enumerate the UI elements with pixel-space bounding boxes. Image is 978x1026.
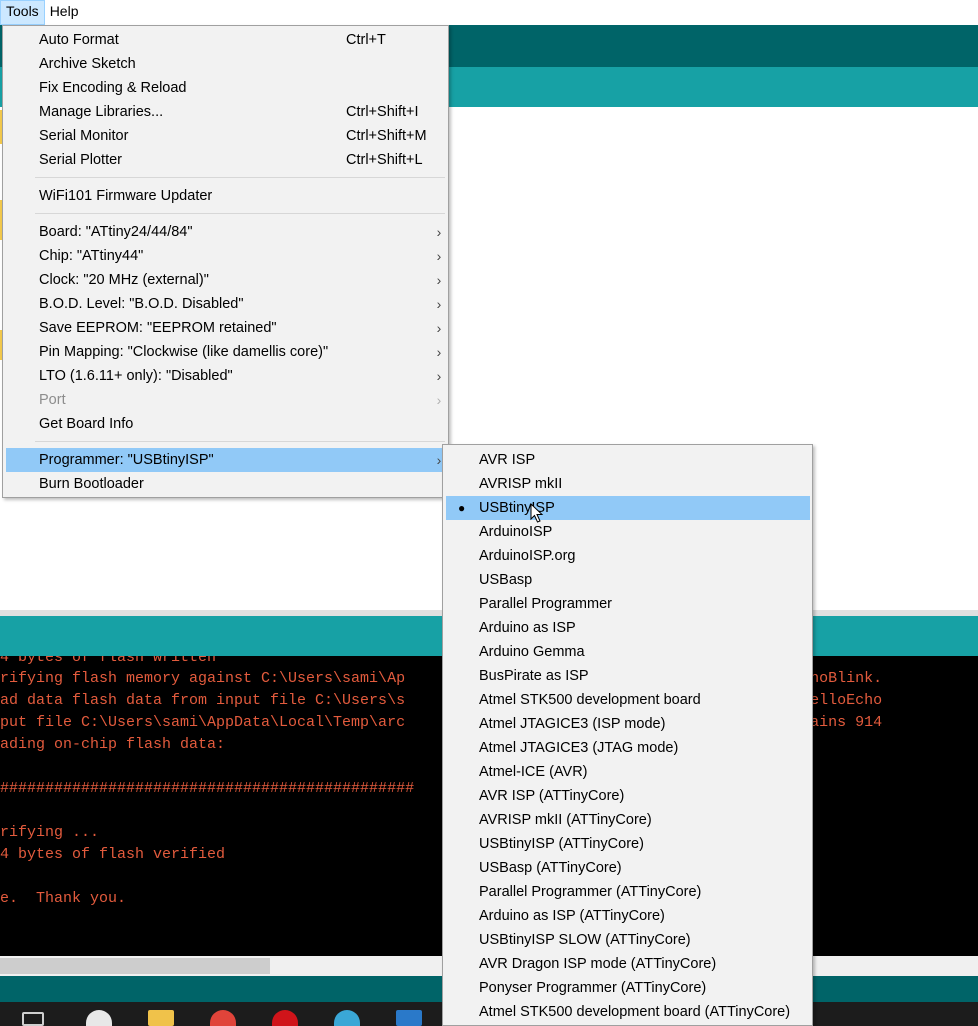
programmer-option-label: Atmel STK500 development board bbox=[479, 692, 701, 708]
console-progress: ########################################… bbox=[0, 780, 415, 797]
menu-tools[interactable]: Tools bbox=[0, 0, 45, 25]
menu-item-bod-level[interactable]: B.O.D. Level: "B.O.D. Disabled" › bbox=[6, 292, 445, 316]
programmer-option[interactable]: BusPirate as ISP bbox=[446, 664, 810, 688]
scrollbar-thumb[interactable] bbox=[0, 958, 270, 974]
programmer-option-label: Atmel STK500 development board (ATTinyCo… bbox=[479, 1004, 791, 1020]
chevron-right-icon: › bbox=[436, 320, 442, 336]
programmer-option[interactable]: USBtinyISP (ATTinyCore) bbox=[446, 832, 810, 856]
menu-item-board[interactable]: Board: "ATtiny24/44/84" › bbox=[6, 220, 445, 244]
programmer-option-label: Arduino as ISP (ATTinyCore) bbox=[479, 908, 665, 924]
programmer-option-label: USBtinyISP (ATTinyCore) bbox=[479, 836, 644, 852]
programmer-option[interactable]: AVR ISP bbox=[446, 448, 810, 472]
menu-item-clock[interactable]: Clock: "20 MHz (external)" › bbox=[6, 268, 445, 292]
programmer-option-label: Parallel Programmer bbox=[479, 596, 612, 612]
mouse-cursor-icon bbox=[530, 503, 544, 523]
menu-item-manage-libraries[interactable]: Manage Libraries... Ctrl+Shift+I bbox=[6, 100, 445, 124]
menu-item-burn-bootloader[interactable]: Burn Bootloader bbox=[6, 472, 445, 496]
chevron-right-icon: › bbox=[436, 344, 442, 360]
console-line: ading on-chip flash data: bbox=[0, 736, 226, 753]
console-line: e. Thank you. bbox=[0, 890, 127, 907]
programmer-option-label: AVR ISP bbox=[479, 452, 536, 468]
chevron-right-icon: › bbox=[436, 224, 442, 240]
programmer-option[interactable]: ArduinoISP.org bbox=[446, 544, 810, 568]
menu-item-serial-plotter[interactable]: Serial Plotter Ctrl+Shift+L bbox=[6, 148, 445, 172]
programmer-option[interactable]: Ponyser Programmer (ATTinyCore) bbox=[446, 976, 810, 1000]
programmer-option-label: Atmel-ICE (AVR) bbox=[479, 764, 588, 780]
programmer-option-label: AVR Dragon ISP mode (ATTinyCore) bbox=[479, 956, 717, 972]
menu-item-lto[interactable]: LTO (1.6.11+ only): "Disabled" › bbox=[6, 364, 445, 388]
programmer-option-label: BusPirate as ISP bbox=[479, 668, 589, 684]
programmer-option-label: Atmel JTAGICE3 (ISP mode) bbox=[479, 716, 666, 732]
programmer-option[interactable]: Atmel-ICE (AVR) bbox=[446, 760, 810, 784]
programmer-option[interactable]: Atmel JTAGICE3 (JTAG mode) bbox=[446, 736, 810, 760]
programmer-option-label: Ponyser Programmer (ATTinyCore) bbox=[479, 980, 707, 996]
programmer-option[interactable]: AVR ISP (ATTinyCore) bbox=[446, 784, 810, 808]
programmer-option[interactable]: USBtinyISP SLOW (ATTinyCore) bbox=[446, 928, 810, 952]
programmer-option-label: Arduino Gemma bbox=[479, 644, 585, 660]
programmer-option[interactable]: AVR Dragon ISP mode (ATTinyCore) bbox=[446, 952, 810, 976]
tools-menu: Auto Format Ctrl+T Archive Sketch Fix En… bbox=[2, 25, 449, 498]
chevron-right-icon: › bbox=[436, 392, 442, 408]
programmer-option-label: AVRISP mkII (ATTinyCore) bbox=[479, 812, 652, 828]
radio-selected-icon: ● bbox=[458, 501, 466, 515]
console-line: rifying ... bbox=[0, 824, 100, 841]
menu-item-wifi-updater[interactable]: WiFi101 Firmware Updater bbox=[6, 184, 445, 208]
chevron-right-icon: › bbox=[436, 296, 442, 312]
programmer-option-label: USBasp (ATTinyCore) bbox=[479, 860, 622, 876]
programmer-submenu: AVR ISP AVRISP mkII ● USBtinyISP ArduinoISP A… bbox=[442, 444, 813, 1026]
programmer-option[interactable]: AVRISP mkII (ATTinyCore) bbox=[446, 808, 810, 832]
programmer-option[interactable]: AVRISP mkII bbox=[446, 472, 810, 496]
programmer-option-label: Arduino as ISP bbox=[479, 620, 576, 636]
programmer-option[interactable]: ArduinoISP bbox=[446, 520, 810, 544]
programmer-option[interactable]: ● USBtinyISP bbox=[446, 496, 810, 520]
file-explorer-icon[interactable] bbox=[148, 1010, 174, 1026]
console-line: 4 bytes of flash written bbox=[0, 656, 217, 666]
programmer-option-label: USBasp bbox=[479, 572, 533, 588]
menu-item-programmer[interactable]: Programmer: "USBtinyISP" › bbox=[6, 448, 445, 472]
menu-separator bbox=[35, 177, 445, 178]
menu-help[interactable]: Help bbox=[45, 0, 84, 25]
programmer-option[interactable]: Atmel JTAGICE3 (ISP mode) bbox=[446, 712, 810, 736]
programmer-option-label: ArduinoISP.org bbox=[479, 548, 576, 564]
chevron-right-icon: › bbox=[436, 272, 442, 288]
menu-item-serial-monitor[interactable]: Serial Monitor Ctrl+Shift+M bbox=[6, 124, 445, 148]
console-line: 4 bytes of flash verified bbox=[0, 846, 226, 863]
menu-item-chip[interactable]: Chip: "ATtiny44" › bbox=[6, 244, 445, 268]
menu-separator bbox=[35, 213, 445, 214]
chevron-right-icon: › bbox=[436, 368, 442, 384]
programmer-option[interactable]: Parallel Programmer (ATTinyCore) bbox=[446, 880, 810, 904]
programmer-option-label: AVR ISP (ATTinyCore) bbox=[479, 788, 625, 804]
programmer-option[interactable]: Atmel STK500 development board (ATTinyCo… bbox=[446, 1000, 810, 1024]
programmer-option[interactable]: USBasp bbox=[446, 568, 810, 592]
menu-item-archive-sketch[interactable]: Archive Sketch bbox=[6, 52, 445, 76]
programmer-option-label: ArduinoISP bbox=[479, 524, 553, 540]
menu-item-fix-encoding[interactable]: Fix Encoding & Reload bbox=[6, 76, 445, 100]
menu-item-pin-mapping[interactable]: Pin Mapping: "Clockwise (like damellis c… bbox=[6, 340, 445, 364]
menu-item-auto-format[interactable]: Auto Format Ctrl+T bbox=[6, 28, 445, 52]
menu-item-port: Port › bbox=[6, 388, 445, 412]
programmer-option[interactable]: Parallel Programmer bbox=[446, 592, 810, 616]
programmer-option-label: Atmel JTAGICE3 (JTAG mode) bbox=[479, 740, 679, 756]
task-view-icon[interactable] bbox=[22, 1012, 44, 1026]
programmer-option-label: AVRISP mkII bbox=[479, 476, 563, 492]
chevron-right-icon: › bbox=[436, 248, 442, 264]
programmer-option[interactable]: Arduino as ISP (ATTinyCore) bbox=[446, 904, 810, 928]
programmer-option[interactable]: Arduino as ISP bbox=[446, 616, 810, 640]
menu-separator bbox=[35, 441, 445, 442]
programmer-option[interactable]: Atmel STK500 development board bbox=[446, 688, 810, 712]
vscode-icon[interactable] bbox=[396, 1010, 422, 1026]
programmer-option[interactable]: Arduino Gemma bbox=[446, 640, 810, 664]
menu-bar: Tools Help bbox=[0, 0, 978, 25]
menu-item-save-eeprom[interactable]: Save EEPROM: "EEPROM retained" › bbox=[6, 316, 445, 340]
menu-item-get-board-info[interactable]: Get Board Info bbox=[6, 412, 445, 436]
programmer-option-label: USBtinyISP SLOW (ATTinyCore) bbox=[479, 932, 691, 948]
programmer-option-label: Parallel Programmer (ATTinyCore) bbox=[479, 884, 702, 900]
programmer-option[interactable]: USBasp (ATTinyCore) bbox=[446, 856, 810, 880]
